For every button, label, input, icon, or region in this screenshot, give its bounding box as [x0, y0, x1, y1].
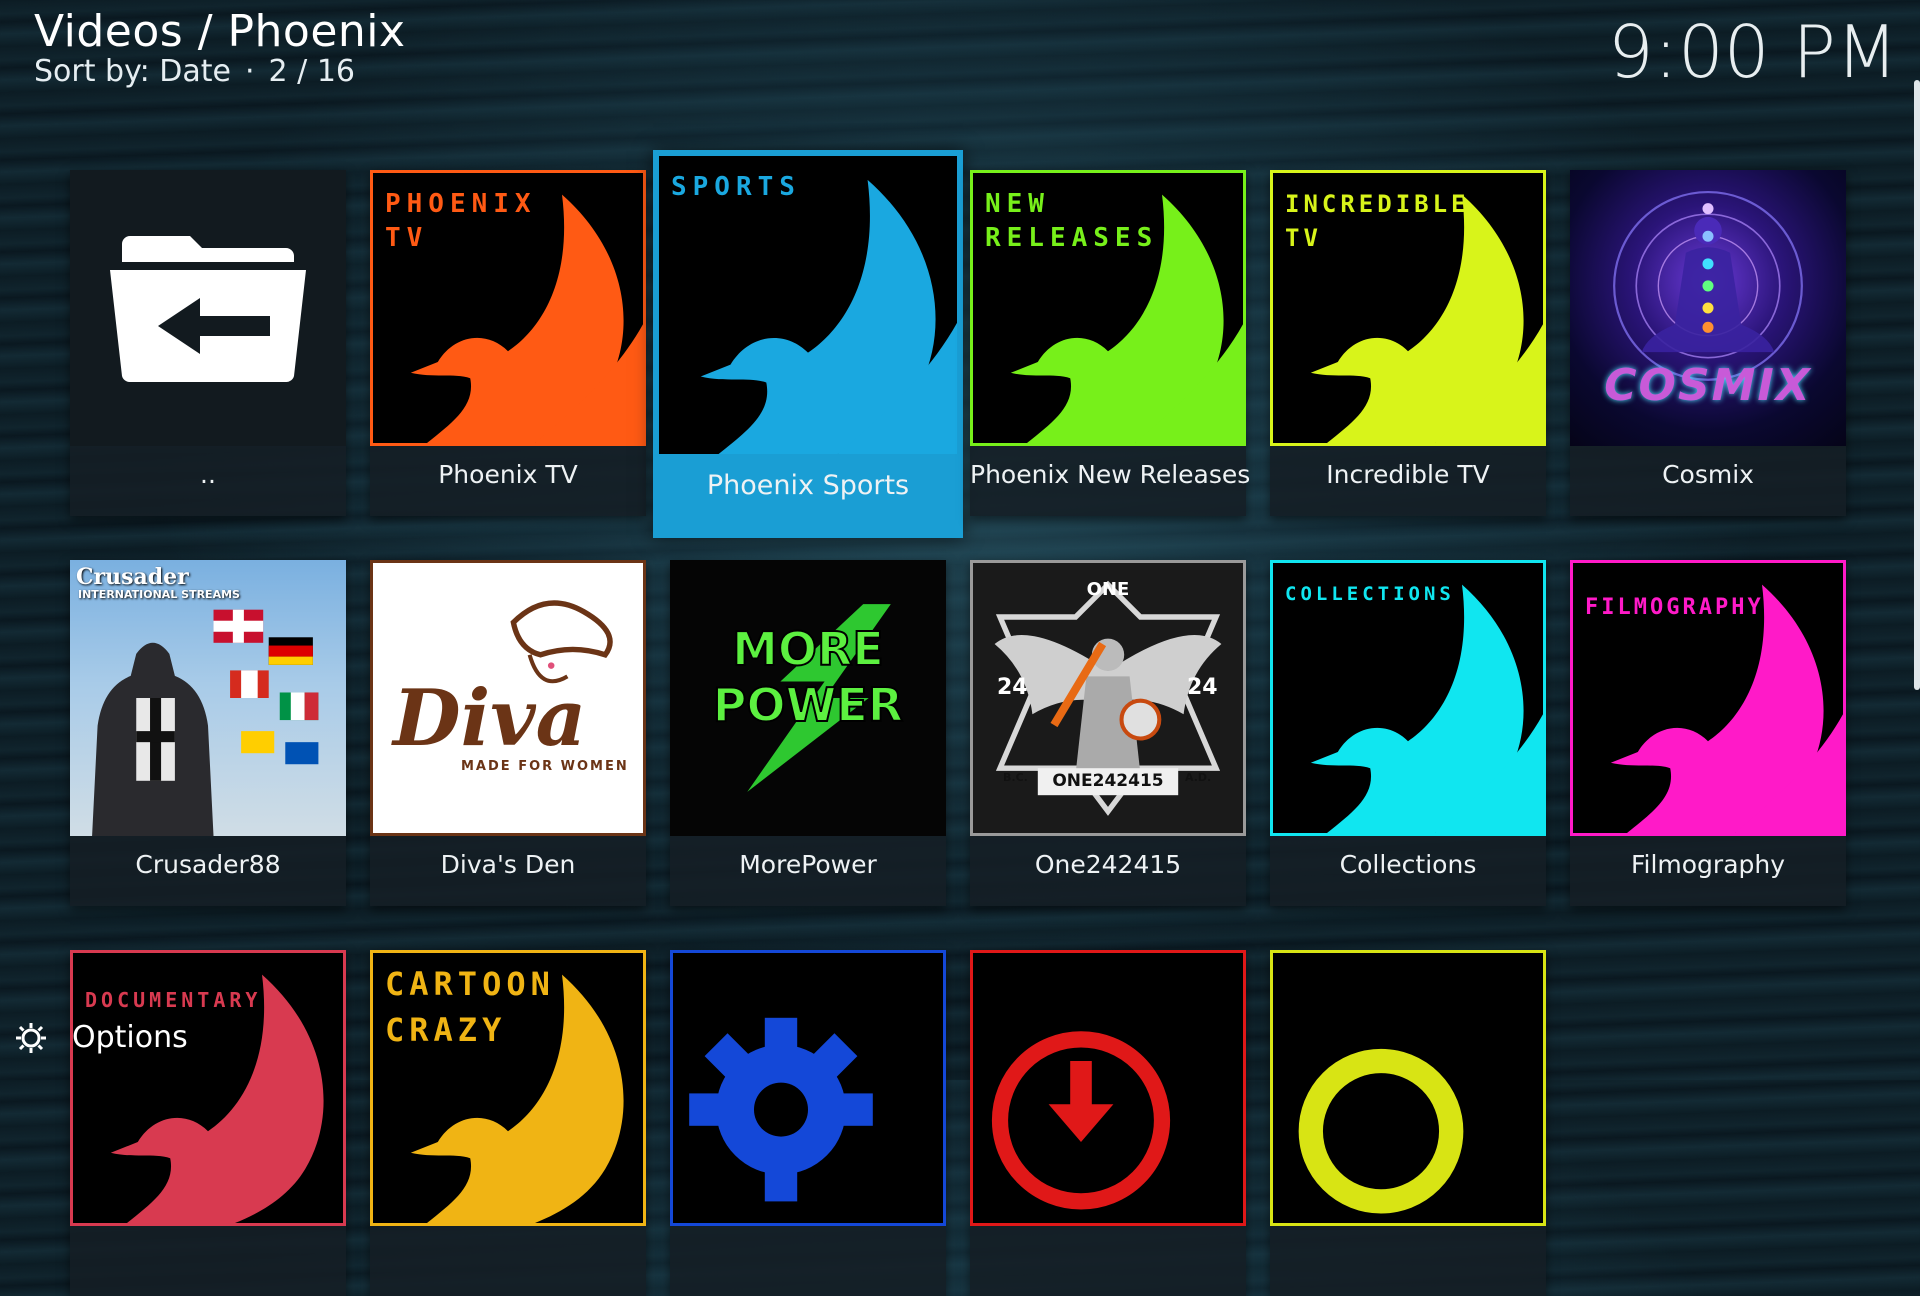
art-line2: POWER — [712, 677, 904, 733]
page-title: Videos / Phoenix — [34, 6, 406, 57]
tile-back[interactable]: .. — [70, 170, 346, 516]
art-title: Diva — [393, 673, 587, 764]
art-title: COSMIX — [1604, 360, 1812, 411]
tile-download-addon[interactable] — [970, 950, 1246, 1296]
tile-label: Phoenix Sports — [706, 470, 910, 501]
tile-collections[interactable]: COLLECTIONS Collections — [1270, 560, 1546, 906]
options-gear-icon — [16, 1022, 46, 1053]
tile-incredible-tv[interactable]: INCREDIBLE TV Incredible TV — [1270, 170, 1546, 516]
tile-thumbnail: FILMOGRAPHY — [1570, 560, 1846, 836]
tile-thumbnail: NEW RELEASES — [970, 170, 1246, 446]
art-line1: MORE — [731, 621, 885, 677]
art-title: DOCUMENTARY — [85, 988, 262, 1012]
art-left: 24 — [997, 675, 1028, 700]
tile-thumbnail: Diva MADE FOR WOMEN — [370, 560, 646, 836]
separator-dot: · — [245, 54, 255, 89]
tile-label: Cosmix — [1662, 460, 1754, 489]
clock: 9:00 PM — [1607, 10, 1898, 94]
art-title: PHOENIX TV — [385, 189, 537, 253]
art-title: Crusader — [76, 564, 189, 590]
ring-icon — [1298, 1048, 1464, 1214]
tile-crusader88[interactable]: Crusader INTERNATIONAL STREAMS Crusader8… — [70, 560, 346, 906]
scrollbar[interactable] — [1914, 80, 1920, 690]
tile-thumbnail: INCREDIBLE TV — [1270, 170, 1546, 446]
tile-thumbnail: PHOENIX TV — [370, 170, 646, 446]
tile-label: MorePower — [739, 850, 877, 879]
tile-cosmix[interactable]: COSMIX Cosmix — [1570, 170, 1846, 516]
tile-thumbnail: SPORTS — [659, 156, 957, 454]
tile-phoenix-sports[interactable]: SPORTS Phoenix Sports — [653, 150, 963, 538]
tile-morepower[interactable]: MORE POWER MorePower — [670, 560, 946, 906]
options-label: Options — [72, 1020, 188, 1055]
tile-label: Phoenix TV — [438, 460, 578, 489]
download-icon — [991, 1031, 1171, 1210]
art-title: SPORTS — [671, 172, 801, 202]
sort-label[interactable]: Sort by: Date — [34, 54, 231, 89]
art-ad: A.D. — [1185, 771, 1212, 784]
art-title: FILMOGRAPHY — [1585, 595, 1764, 620]
tile-thumbnail: ONE 24 24 ONE242415 B.C. A.D. — [970, 560, 1246, 836]
tile-label: .. — [200, 460, 216, 489]
addon-grid: .. PHOENIX TV Phoenix TV SPORTS Phoenix … — [70, 150, 1860, 1296]
tile-settings-addon[interactable] — [670, 950, 946, 1296]
tile-cartoon-crazy[interactable]: CARTOON CRAZY — [370, 950, 646, 1296]
back-folder-icon — [110, 236, 306, 382]
art-top: ONE — [1086, 579, 1130, 600]
tile-documentary[interactable]: DOCUMENTARY — [70, 950, 346, 1296]
sort-info: Sort by: Date · 2 / 16 — [34, 54, 355, 89]
art-right: 24 — [1187, 675, 1218, 700]
item-position: 2 / 16 — [268, 54, 355, 89]
gear-icon — [689, 1017, 873, 1202]
tile-label: Filmography — [1630, 850, 1786, 879]
tile-phoenix-tv[interactable]: PHOENIX TV Phoenix TV — [370, 170, 646, 516]
tile-label: One242415 — [1034, 850, 1182, 879]
tile-thumbnail — [1270, 950, 1546, 1226]
tile-thumbnail — [70, 170, 346, 446]
tile-label: Incredible TV — [1326, 460, 1490, 489]
art-bc: B.C. — [1003, 771, 1028, 784]
crusader-flags-image — [92, 609, 319, 836]
art-title: CARTOON CRAZY — [385, 965, 555, 1049]
tile-thumbnail — [970, 950, 1246, 1226]
options-button[interactable]: Options — [14, 1020, 188, 1055]
tile-label: Collections — [1339, 850, 1477, 879]
tile-one242415[interactable]: ONE 24 24 ONE242415 B.C. A.D. One242415 — [970, 560, 1246, 906]
tile-label: Phoenix New Releases — [970, 460, 1251, 489]
tile-divas-den[interactable]: Diva MADE FOR WOMEN Diva's Den — [370, 560, 646, 906]
art-title: NEW RELEASES — [985, 189, 1159, 253]
art-title: COLLECTIONS — [1285, 583, 1455, 605]
tile-thumbnail: CARTOON CRAZY — [370, 950, 646, 1226]
tile-thumbnail: COLLECTIONS — [1270, 560, 1546, 836]
tile-ring-addon[interactable] — [1270, 950, 1546, 1296]
tile-label: Crusader88 — [135, 850, 281, 879]
tile-thumbnail: Crusader INTERNATIONAL STREAMS — [70, 560, 346, 836]
art-title: INCREDIBLE TV — [1285, 190, 1470, 252]
tile-phoenix-new-releases[interactable]: NEW RELEASES Phoenix New Releases — [970, 170, 1251, 516]
tile-thumbnail: MORE POWER — [670, 560, 946, 836]
art-subtitle: MADE FOR WOMEN — [461, 759, 629, 774]
tile-thumbnail — [670, 950, 946, 1226]
tile-thumbnail: COSMIX — [1570, 170, 1846, 446]
art-subtitle: INTERNATIONAL STREAMS — [78, 588, 240, 601]
tile-thumbnail: DOCUMENTARY — [70, 950, 346, 1226]
tile-filmography[interactable]: FILMOGRAPHY Filmography — [1570, 560, 1846, 906]
tile-label: Diva's Den — [440, 850, 576, 879]
